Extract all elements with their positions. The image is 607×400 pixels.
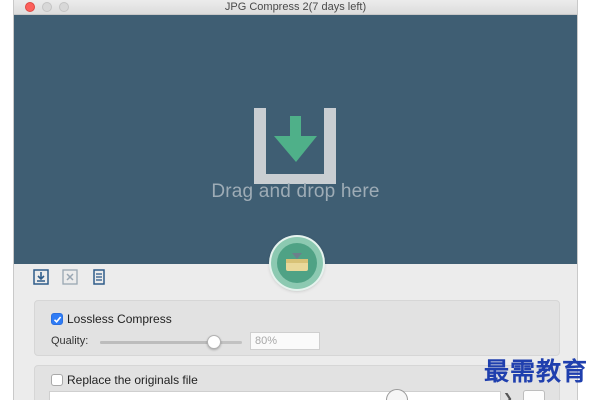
- compress-start-icon: [286, 253, 308, 271]
- add-file-button[interactable]: [32, 268, 50, 286]
- list-icon: [93, 269, 105, 285]
- compression-options-panel: Lossless Compress Quality:: [34, 300, 560, 356]
- window-title: JPG Compress 2(7 days left): [224, 1, 367, 13]
- checkmark-icon: [53, 315, 61, 323]
- list-button[interactable]: [90, 268, 108, 286]
- output-path-field[interactable]: [49, 391, 501, 400]
- compress-button[interactable]: [271, 237, 323, 289]
- lossless-label: Lossless Compress: [67, 312, 172, 326]
- title-bar: JPG Compress 2(7 days left): [14, 0, 577, 15]
- quality-slider-thumb[interactable]: [206, 335, 221, 349]
- lossless-option[interactable]: Lossless Compress: [51, 312, 172, 326]
- remove-file-icon: [62, 269, 78, 285]
- add-file-icon: [33, 269, 49, 285]
- app-window: JPG Compress 2(7 days left) Drag and dro…: [14, 0, 577, 400]
- lossless-checkbox[interactable]: [51, 313, 63, 325]
- quality-slider[interactable]: [100, 335, 242, 349]
- output-options-panel: Replace the originals file ❯: [34, 365, 560, 400]
- replace-originals-label: Replace the originals file: [67, 373, 198, 387]
- drop-zone[interactable]: Drag and drop here: [14, 15, 577, 264]
- replace-originals-option[interactable]: Replace the originals file: [51, 373, 198, 387]
- replace-originals-checkbox[interactable]: [51, 374, 63, 386]
- watermark-logo: 最需教育: [484, 357, 589, 386]
- arrow-right-icon: ❯: [503, 391, 514, 400]
- remove-file-button[interactable]: [61, 268, 79, 286]
- browse-button[interactable]: [523, 390, 545, 400]
- quality-label: Quality:: [51, 335, 89, 347]
- quality-slider-fill: [100, 341, 214, 344]
- drop-prompt: Drag and drop here: [211, 181, 380, 202]
- quality-value-field[interactable]: [250, 332, 320, 350]
